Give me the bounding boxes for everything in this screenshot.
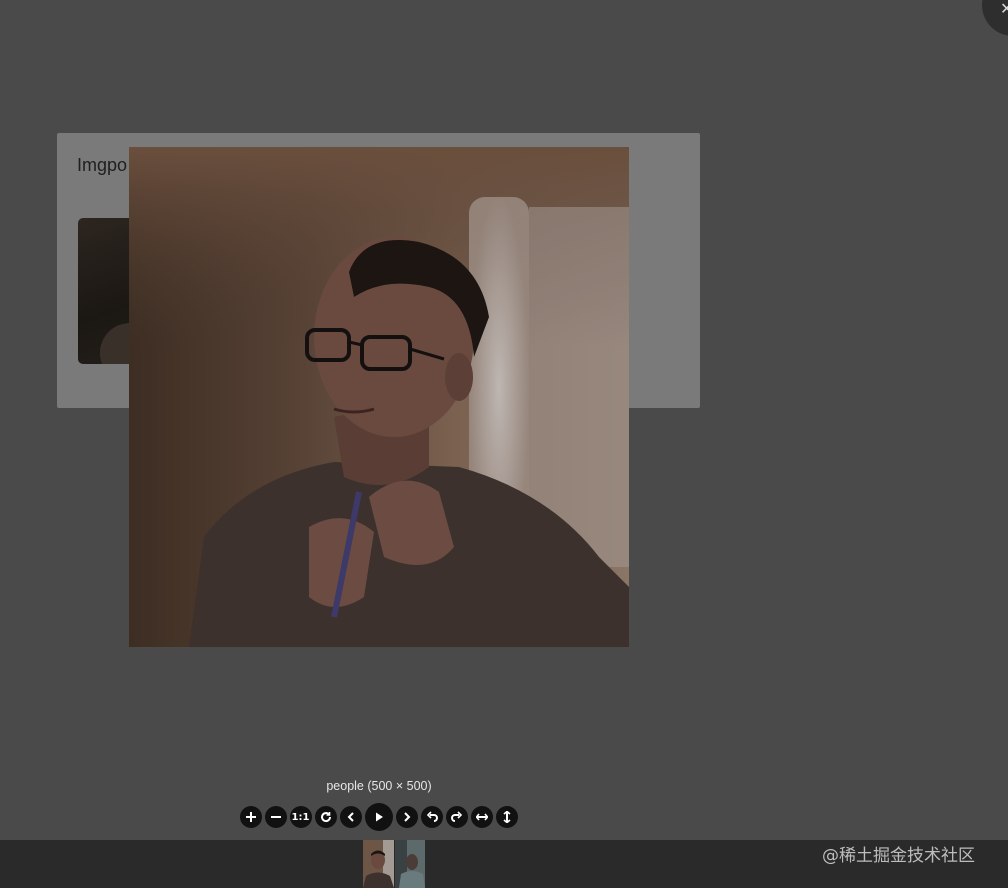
rotate-right-button[interactable] (445, 806, 468, 828)
zoom-in-button[interactable] (239, 806, 262, 828)
chevron-right-icon (403, 812, 410, 822)
flip-horizontal-button[interactable] (470, 806, 493, 828)
thumbnail-people[interactable] (363, 840, 394, 888)
rotate-right-icon (450, 811, 462, 822)
plus-icon (245, 812, 256, 822)
thumbnail-second[interactable] (395, 840, 425, 888)
rotate-left-button[interactable] (420, 806, 443, 828)
flip-horizontal-icon (475, 813, 488, 821)
thumbnail-list (363, 840, 426, 888)
play-icon (375, 812, 383, 822)
close-icon: ✕ (1000, 1, 1008, 18)
thumbnail-second-image (395, 840, 425, 888)
one-to-one-button[interactable]: 1:1 (289, 806, 312, 828)
watermark-text: @稀土掘金技术社区 (822, 846, 975, 866)
one-to-one-icon: 1:1 (291, 811, 310, 823)
play-button[interactable] (364, 803, 393, 831)
person-photo (129, 147, 629, 647)
minus-icon (270, 816, 281, 818)
flip-vertical-button[interactable] (495, 806, 518, 828)
viewer-toolbar: 1:1 (238, 803, 519, 831)
image-caption: people (500 × 500) (326, 779, 432, 793)
prev-button[interactable] (339, 806, 362, 828)
viewer-close-button[interactable]: ✕ (982, 0, 1008, 36)
card-title: Imgpo (77, 155, 128, 175)
reset-button[interactable] (314, 806, 337, 828)
rotate-left-icon (426, 811, 438, 822)
reset-icon (320, 812, 331, 823)
viewer-image[interactable] (129, 147, 629, 647)
chevron-left-icon (347, 812, 354, 822)
next-button[interactable] (395, 806, 418, 828)
thumbnail-people-image (363, 840, 394, 888)
flip-vertical-icon (502, 811, 511, 823)
zoom-out-button[interactable] (264, 806, 287, 828)
